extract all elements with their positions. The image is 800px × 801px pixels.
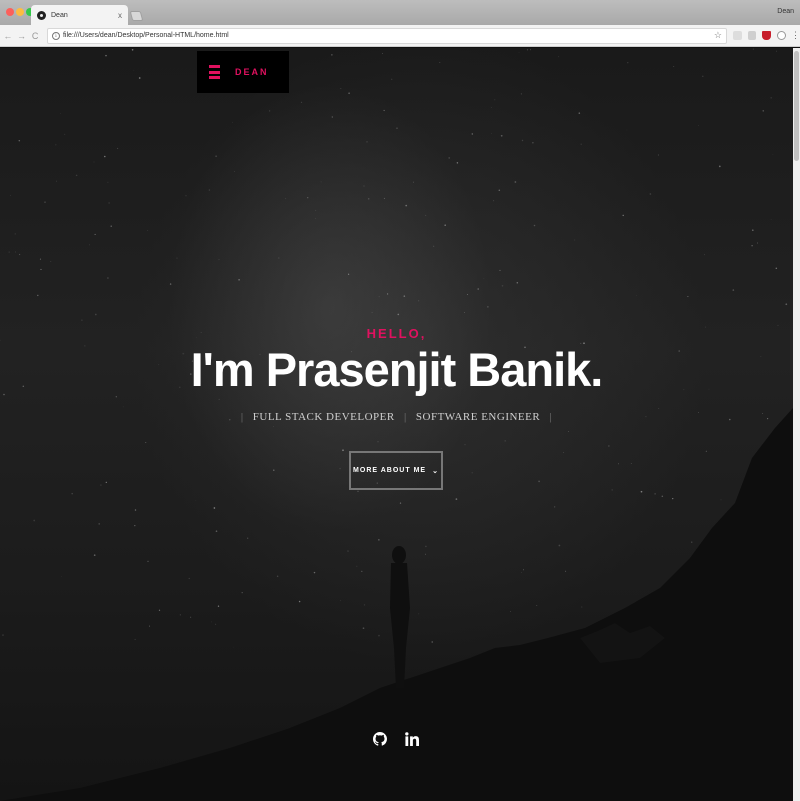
bookmark-star-icon[interactable]: ☆	[714, 30, 722, 41]
github-icon[interactable]	[373, 732, 387, 746]
role-separator: |	[403, 411, 407, 423]
forward-button[interactable]: →	[16, 31, 28, 41]
browser-toolbar: ← → C i file:///Users/dean/Desktop/Perso…	[0, 25, 800, 47]
more-about-me-button[interactable]: MORE ABOUT ME ⌄	[349, 451, 443, 490]
window-close-button[interactable]	[6, 8, 14, 16]
extension-icon[interactable]	[733, 31, 742, 40]
page-scrollbar[interactable]	[793, 48, 800, 801]
role-separator: |	[240, 411, 244, 423]
back-button[interactable]: ←	[2, 31, 14, 41]
address-bar[interactable]: i file:///Users/dean/Desktop/Personal-HT…	[46, 27, 727, 44]
scrollbar-thumb[interactable]	[794, 51, 799, 161]
tab-title: Dean	[51, 11, 68, 19]
hero-roles: | FULL STACK DEVELOPER | SOFTWARE ENGINE…	[0, 411, 793, 423]
chevron-down-icon: ⌄	[432, 467, 439, 475]
browser-menu-icon[interactable]: ⋮	[791, 30, 800, 41]
url-text[interactable]: file:///Users/dean/Desktop/Personal-HTML…	[63, 32, 714, 39]
role-separator: |	[549, 411, 553, 423]
profile-name[interactable]: Dean	[777, 8, 794, 15]
site-logo[interactable]: DEAN	[235, 67, 269, 77]
hamburger-menu-icon[interactable]	[209, 65, 220, 79]
role-label: SOFTWARE ENGINEER	[415, 411, 541, 423]
tab-close-icon[interactable]: x	[118, 11, 122, 20]
window-minimize-button[interactable]	[16, 8, 24, 16]
landscape-silhouette	[0, 408, 793, 801]
more-about-me-label: MORE ABOUT ME	[353, 467, 427, 474]
hero-greeting: HELLO,	[366, 326, 427, 341]
extension-icon[interactable]	[747, 31, 757, 40]
new-tab-button[interactable]	[129, 11, 144, 21]
linkedin-icon[interactable]	[405, 732, 419, 746]
browser-tab[interactable]: Dean x	[31, 5, 128, 25]
shield-extension-icon[interactable]	[762, 31, 772, 40]
reload-button[interactable]: C	[29, 31, 41, 41]
site-info-icon[interactable]: i	[51, 31, 60, 40]
page-viewport: DEAN HELLO, I'm Prasenjit Banik. | FULL …	[0, 48, 793, 801]
nav-brand-bar: DEAN	[197, 51, 289, 93]
role-label: FULL STACK DEVELOPER	[252, 411, 395, 423]
browser-titlebar: Dean x Dean	[0, 0, 800, 25]
tab-favicon-icon	[37, 10, 46, 20]
hero-title: I'm Prasenjit Banik.	[190, 343, 604, 396]
extension-icon[interactable]	[777, 31, 786, 40]
